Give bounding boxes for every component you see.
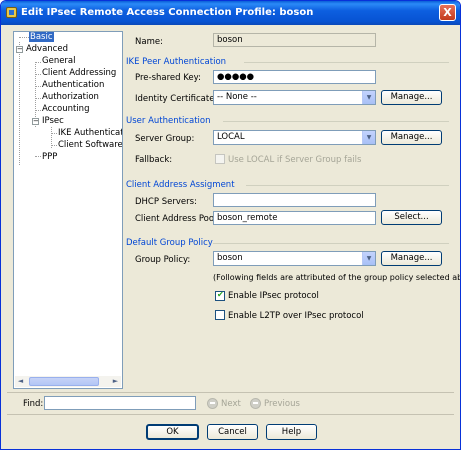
- section-ike-peer-auth: IKE Peer Authentication: [126, 57, 227, 67]
- collapse-icon[interactable]: −: [16, 46, 23, 53]
- enable-l2tp-checkbox[interactable]: [215, 310, 225, 320]
- group-policy-label: Group Policy:: [135, 255, 191, 265]
- select-pools-button[interactable]: Select...: [381, 210, 442, 225]
- tree-item-basic[interactable]: Basic: [29, 32, 54, 43]
- manage-group-policy-button[interactable]: Manage...: [381, 251, 442, 266]
- tree-item-client-addressing[interactable]: Client Addressing: [42, 68, 116, 79]
- fallback-checkbox: [215, 154, 225, 164]
- fallback-label: Fallback:: [135, 155, 173, 165]
- previous-button[interactable]: Previous: [264, 399, 300, 409]
- scrollbar-thumb[interactable]: [29, 377, 99, 386]
- navigation-tree[interactable]: Basic − Advanced General Client Addressi…: [13, 31, 123, 389]
- dialog-window: Edit IPsec Remote Access Connection Prof…: [0, 0, 461, 450]
- previous-arrow-icon: [250, 398, 261, 409]
- chevron-down-icon[interactable]: ▼: [362, 91, 375, 104]
- enable-ipsec-checkbox[interactable]: [215, 290, 225, 301]
- identity-certificate-select[interactable]: -- None -- ▼: [213, 90, 376, 105]
- section-user-auth: User Authentication: [126, 116, 211, 126]
- server-group-label: Server Group:: [135, 134, 195, 144]
- section-client-address: Client Address Assigment: [126, 180, 235, 190]
- tree-item-ipsec[interactable]: IPsec: [42, 116, 64, 127]
- chevron-down-icon[interactable]: ▼: [362, 252, 375, 265]
- dhcp-servers-label: DHCP Servers:: [135, 197, 197, 207]
- close-button[interactable]: X: [439, 4, 456, 21]
- server-group-select[interactable]: LOCAL ▼: [213, 130, 376, 145]
- enable-l2tp-label: Enable L2TP over IPsec protocol: [228, 311, 364, 321]
- tree-item-client-software-update[interactable]: Client Software Upd: [58, 140, 122, 151]
- tree-horizontal-scrollbar[interactable]: ◄ ►: [15, 376, 121, 387]
- client-pools-label: Client Address Pools:: [135, 214, 224, 224]
- help-button[interactable]: Help: [266, 424, 317, 440]
- name-field: boson: [213, 33, 376, 47]
- group-policy-note: (Following fields are attributed of the …: [213, 273, 461, 282]
- collapse-icon[interactable]: −: [32, 118, 39, 125]
- scroll-right-icon[interactable]: ►: [110, 376, 121, 387]
- name-label: Name:: [135, 37, 163, 47]
- tree-item-general[interactable]: General: [42, 56, 76, 67]
- tree-item-ike-authentication[interactable]: IKE Authentication: [58, 128, 122, 139]
- group-policy-select[interactable]: boson ▼: [213, 251, 376, 266]
- tree-item-accounting[interactable]: Accounting: [42, 104, 89, 115]
- app-icon: [6, 7, 17, 18]
- find-input[interactable]: [44, 396, 196, 410]
- identity-cert-label: Identity Certificate:: [135, 94, 218, 104]
- find-label: Find:: [23, 399, 44, 409]
- client-address-pools-field[interactable]: boson_remote: [213, 211, 376, 225]
- section-group-policy: Default Group Policy: [126, 238, 213, 248]
- fallback-option-label: Use LOCAL if Server Group fails: [228, 155, 362, 165]
- tree-item-ppp[interactable]: PPP: [42, 152, 57, 163]
- preshared-key-field[interactable]: ●●●●●: [213, 70, 376, 84]
- chevron-down-icon[interactable]: ▼: [362, 131, 375, 144]
- manage-cert-button[interactable]: Manage...: [381, 90, 442, 105]
- manage-server-group-button[interactable]: Manage...: [381, 130, 442, 145]
- enable-ipsec-label: Enable IPsec protocol: [228, 291, 319, 301]
- next-button[interactable]: Next: [221, 399, 241, 409]
- tree-item-authentication[interactable]: Authentication: [42, 80, 104, 91]
- cancel-button[interactable]: Cancel: [207, 424, 258, 440]
- tree-item-authorization[interactable]: Authorization: [42, 92, 99, 103]
- title-bar[interactable]: Edit IPsec Remote Access Connection Prof…: [1, 1, 460, 25]
- window-title: Edit IPsec Remote Access Connection Prof…: [21, 7, 314, 18]
- psk-label: Pre-shared Key:: [135, 73, 201, 83]
- tree-item-advanced[interactable]: Advanced: [26, 44, 68, 55]
- scroll-left-icon[interactable]: ◄: [15, 376, 26, 387]
- dhcp-servers-field[interactable]: [213, 193, 376, 207]
- ok-button[interactable]: OK: [146, 424, 199, 440]
- next-arrow-icon: [207, 398, 218, 409]
